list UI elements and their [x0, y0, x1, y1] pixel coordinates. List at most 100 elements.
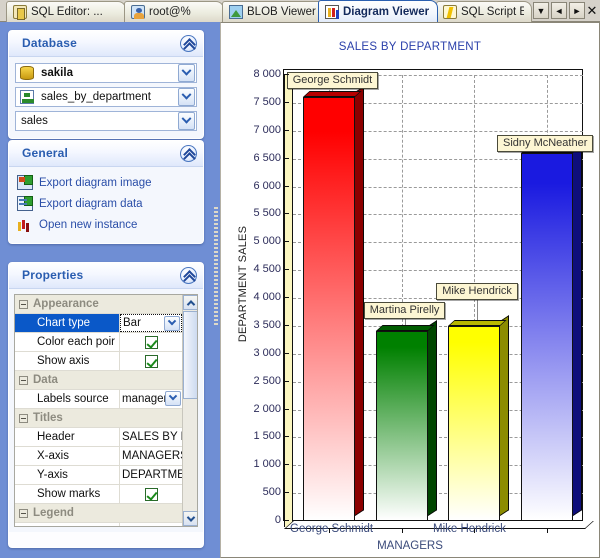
- chevron-down-icon[interactable]: [178, 88, 195, 106]
- property-category-appearance[interactable]: Appearance: [15, 295, 182, 314]
- y-tick-label: 0: [274, 514, 281, 526]
- property-value[interactable]: [120, 333, 182, 351]
- chevron-double-up-icon[interactable]: [180, 35, 197, 52]
- property-row-header[interactable]: Header SALES BY DEP: [15, 428, 182, 447]
- property-category-titles[interactable]: Titles: [15, 409, 182, 428]
- property-value[interactable]: [120, 523, 182, 526]
- tab-diagram-viewer[interactable]: Diagram Viewer: [318, 0, 438, 22]
- bar-0[interactable]: [303, 86, 365, 521]
- y-axis-tick-mark: [284, 269, 289, 271]
- category-label: Legend: [33, 507, 74, 519]
- pane-splitter[interactable]: [212, 22, 220, 558]
- property-value[interactable]: [120, 352, 182, 370]
- bar-top: [375, 325, 435, 332]
- y-axis-tick-mark: [284, 241, 289, 243]
- y-tick-label: 5 500: [253, 207, 281, 220]
- chart-type-combo[interactable]: Bar: [120, 314, 182, 332]
- properties-grid-scrollbar[interactable]: [182, 295, 197, 526]
- properties-grid[interactable]: Appearance Chart type Bar Color each poi…: [14, 294, 198, 527]
- property-value[interactable]: [120, 485, 182, 503]
- chevron-down-icon[interactable]: [178, 64, 195, 82]
- bar-2[interactable]: [448, 315, 510, 521]
- collapse-toggle-icon[interactable]: [19, 375, 28, 385]
- property-row-color-each-point[interactable]: Color each poir: [15, 333, 182, 352]
- x-axis-tick-mark: [546, 529, 548, 533]
- checkbox-checked-icon[interactable]: [144, 487, 158, 501]
- property-row-show-axis[interactable]: Show axis: [15, 352, 182, 371]
- property-name: Header: [15, 428, 120, 446]
- scroll-up-button[interactable]: [183, 295, 197, 310]
- tab-label: SQL Script E: [461, 6, 524, 18]
- tab-label: BLOB Viewer: [247, 6, 316, 18]
- y-tick-label: 2 000: [253, 402, 281, 415]
- y-tick-label: 2 500: [253, 374, 281, 387]
- export-diagram-image-link[interactable]: Export diagram image: [15, 172, 197, 193]
- y-axis-tick-mark: [284, 297, 289, 298]
- x-axis-text-field[interactable]: MANAGERS: [120, 447, 182, 465]
- property-row-y-axis[interactable]: Y-axis DEPARTMENT: [15, 466, 182, 485]
- chevron-down-icon[interactable]: [165, 391, 181, 406]
- y-axis-text-field[interactable]: DEPARTMENT: [120, 466, 182, 484]
- checkbox-checked-icon[interactable]: [144, 335, 158, 349]
- chevron-double-up-icon[interactable]: [180, 267, 197, 284]
- chevron-down-icon[interactable]: [164, 316, 180, 331]
- y-axis-tick-mark: [284, 408, 289, 410]
- export-data-icon: [17, 196, 33, 211]
- chevron-double-up-icon[interactable]: [180, 145, 197, 162]
- chevron-down-icon[interactable]: [178, 112, 195, 130]
- scrollbar-thumb[interactable]: [183, 311, 197, 399]
- tab-scroll-right-button[interactable]: ►: [569, 2, 585, 19]
- property-name: Chart type: [15, 314, 120, 332]
- property-category-legend[interactable]: Legend: [15, 504, 182, 523]
- splitter-grip[interactable]: [214, 207, 218, 327]
- chevron-down-icon: ▼: [536, 5, 546, 16]
- x-axis-tick-mark: [401, 529, 403, 533]
- y-tick-label: 1 000: [253, 458, 281, 471]
- bar-3[interactable]: [520, 142, 582, 521]
- panel-title: Database: [22, 36, 77, 50]
- close-icon: ✕: [586, 2, 598, 18]
- property-category-data[interactable]: Data: [15, 371, 182, 390]
- property-row-labels-source[interactable]: Labels source manager: [15, 390, 182, 409]
- tab-close-button[interactable]: ✕: [584, 2, 600, 19]
- collapse-toggle-icon[interactable]: [19, 413, 28, 423]
- bar-side: [427, 320, 437, 516]
- bar-1[interactable]: [375, 320, 437, 521]
- property-row-x-axis[interactable]: X-axis MANAGERS: [15, 447, 182, 466]
- properties-panel-header: Properties: [9, 263, 203, 289]
- sql-editor-icon: [13, 5, 27, 20]
- property-name: X-axis: [15, 447, 120, 465]
- tab-sql-script[interactable]: SQL Script E: [436, 1, 532, 22]
- database-combo-value: sakila: [41, 67, 73, 79]
- bar-chart: SALES BY DEPARTMENT DEPARTMENT SALES MAN…: [221, 23, 599, 557]
- point-mark-label: George Schmidt: [286, 72, 379, 89]
- tab-root-connection[interactable]: root@%: [124, 1, 224, 22]
- database-combo[interactable]: sakila: [15, 63, 197, 83]
- tab-scroll-left-button[interactable]: ◄: [551, 2, 567, 19]
- open-new-instance-link[interactable]: Open new instance: [15, 214, 197, 235]
- collapse-toggle-icon[interactable]: [19, 299, 28, 309]
- database-panel-header: Database: [9, 31, 203, 57]
- scroll-down-button[interactable]: [183, 511, 197, 526]
- object-combo[interactable]: sales_by_department: [15, 87, 197, 107]
- header-text-field[interactable]: SALES BY DEP: [120, 428, 182, 446]
- checkbox-checked-icon[interactable]: [144, 354, 158, 368]
- y-axis-tick-mark: [284, 129, 289, 131]
- category-label: Data: [33, 374, 58, 386]
- property-row-show-marks[interactable]: Show marks: [15, 485, 182, 504]
- tab-list-dropdown-button[interactable]: ▼: [533, 2, 549, 19]
- y-tick-label: 6 500: [253, 151, 281, 164]
- export-diagram-data-link[interactable]: Export diagram data: [15, 193, 197, 214]
- y-axis-tick-mark: [284, 74, 289, 75]
- tab-blob-viewer[interactable]: BLOB Viewer: [222, 1, 332, 22]
- labels-source-combo[interactable]: manager: [120, 390, 182, 408]
- property-row-legend-visible[interactable]: Visible: [15, 523, 182, 526]
- collapse-toggle-icon[interactable]: [19, 508, 28, 518]
- property-row-chart-type[interactable]: Chart type Bar: [15, 314, 182, 333]
- point-mark-label: Martina Pirelly: [363, 302, 446, 319]
- y-axis-ticks: 8 000 7 500 7 000 6 500 6 000 5 500 5 000 4 500…: [229, 23, 281, 557]
- column-combo[interactable]: sales: [15, 111, 197, 131]
- x-tick-label-1: Mike Hendrick: [433, 523, 506, 535]
- tab-sql-editor[interactable]: SQL Editor: ...: [6, 1, 126, 22]
- checkbox-unchecked-icon[interactable]: [144, 525, 158, 526]
